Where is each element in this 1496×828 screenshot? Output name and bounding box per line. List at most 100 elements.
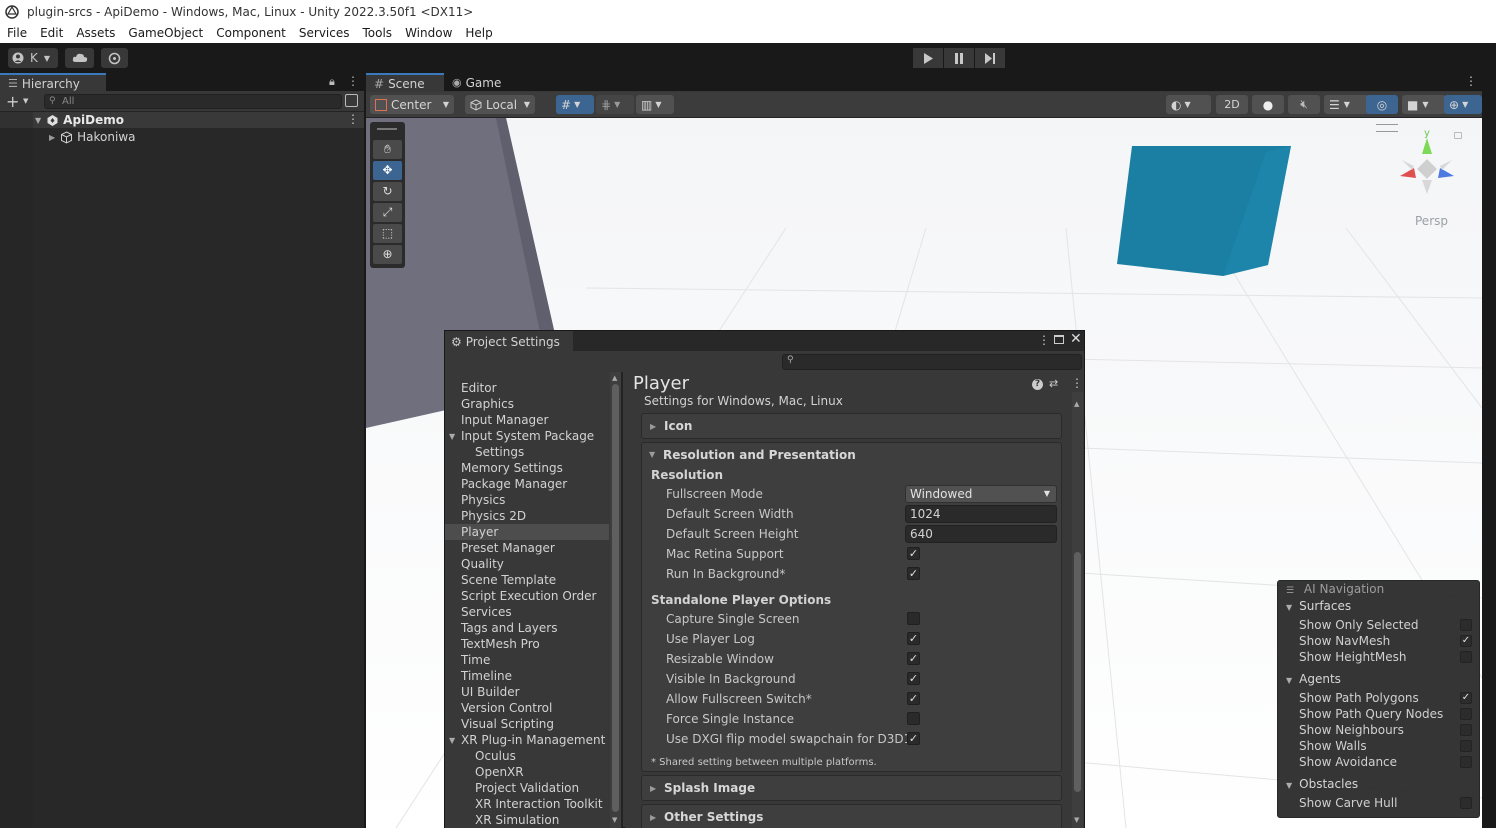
nav-item[interactable]: OpenXR	[445, 764, 609, 780]
ai-option-row[interactable]: Show HeightMesh	[1278, 649, 1481, 665]
step-button[interactable]	[975, 48, 1005, 68]
section-other[interactable]: ▶ Other Settings	[641, 804, 1062, 828]
kebab-menu-icon[interactable]: ⋮	[347, 74, 359, 88]
tab-game[interactable]: ◉ Game	[450, 73, 501, 92]
collab-button[interactable]	[101, 48, 128, 68]
hierarchy-search-input[interactable]: ⚲ All	[44, 94, 342, 109]
ai-group-header[interactable]: ▼ Agents	[1278, 671, 1481, 687]
audio-toggle[interactable]: 🔇︎	[1288, 95, 1320, 114]
nav-item[interactable]: Input Manager	[445, 412, 609, 428]
play-button[interactable]	[913, 48, 943, 68]
nav-item[interactable]: Preset Manager	[445, 540, 609, 556]
effects-dropdown[interactable]: ☰ ▼	[1324, 95, 1370, 114]
projection-label[interactable]: Persp	[1415, 214, 1448, 228]
increment-snap-toggle[interactable]: ⋕ ▼	[596, 95, 634, 114]
standalone-option-checkbox[interactable]	[907, 712, 920, 725]
grid-snap-toggle[interactable]: # ▼	[556, 95, 594, 114]
move-tool-button[interactable]: ✥	[373, 161, 402, 180]
standalone-option-checkbox[interactable]: ✓	[907, 652, 920, 665]
nav-item[interactable]: UI Builder	[445, 684, 609, 700]
transform-tool-button[interactable]: ⊕	[373, 245, 402, 264]
scale-tool-button[interactable]: ⤢	[373, 203, 402, 222]
nav-item[interactable]: Time	[445, 652, 609, 668]
mac-retina-checkbox[interactable]: ✓	[907, 547, 920, 560]
expand-arrow-icon[interactable]: ▼	[449, 432, 455, 441]
section-icon[interactable]: ▶ Icon	[641, 413, 1062, 439]
menu-assets[interactable]: Assets	[69, 26, 121, 40]
nav-item[interactable]: Timeline	[445, 668, 609, 684]
default-width-input[interactable]: 1024	[905, 505, 1057, 523]
scroll-down-icon[interactable]: ▼	[1074, 816, 1079, 824]
tab-hierarchy[interactable]: ☰ Hierarchy	[0, 73, 106, 92]
nav-item[interactable]: XR Simulation	[445, 812, 609, 828]
draw-mode-dropdown[interactable]: ◐ ▼	[1166, 95, 1211, 114]
ai-option-row[interactable]: Show Avoidance	[1278, 754, 1481, 770]
menu-tools[interactable]: Tools	[356, 26, 399, 40]
cloud-button[interactable]	[65, 48, 94, 68]
lock-icon[interactable]: 🔒︎	[329, 75, 335, 89]
kebab-menu-icon[interactable]: ⋮	[347, 112, 359, 126]
standalone-option-checkbox[interactable]: ✓	[907, 692, 920, 705]
menu-services[interactable]: Services	[292, 26, 356, 40]
nav-item[interactable]: Memory Settings	[445, 460, 609, 476]
menu-edit[interactable]: Edit	[33, 26, 69, 40]
nav-item[interactable]: Physics 2D	[445, 508, 609, 524]
menu-file[interactable]: File	[0, 26, 33, 40]
expand-arrow-icon[interactable]: ▼	[35, 116, 41, 125]
expand-arrow-icon[interactable]: ▶	[49, 133, 55, 142]
nav-item[interactable]: Tags and Layers	[445, 620, 609, 636]
help-icon[interactable]: ?	[1032, 379, 1043, 390]
pivot-mode-dropdown[interactable]: Center ▼	[370, 95, 454, 114]
project-settings-tab[interactable]: ⚙ Project Settings	[445, 331, 573, 352]
add-icon[interactable]: +	[6, 92, 19, 111]
tab-scene[interactable]: # Scene	[366, 73, 444, 92]
2d-toggle[interactable]: 2D	[1216, 95, 1248, 114]
nav-item[interactable]: Services	[445, 604, 609, 620]
ai-option-row[interactable]: Show Carve Hull	[1278, 795, 1481, 811]
standalone-option-checkbox[interactable]: ✓	[907, 632, 920, 645]
nav-item[interactable]: Settings	[445, 444, 609, 460]
ai-option-checkbox[interactable]: ✓	[1460, 692, 1472, 704]
nav-item[interactable]: TextMesh Pro	[445, 636, 609, 652]
kebab-menu-icon[interactable]: ⋮	[1038, 333, 1050, 347]
kebab-menu-icon[interactable]: ⋮	[1071, 376, 1083, 390]
rotate-tool-button[interactable]: ↻	[373, 182, 402, 201]
ai-option-row[interactable]: Show Walls	[1278, 738, 1481, 754]
ai-option-row[interactable]: Show NavMesh ✓	[1278, 633, 1481, 649]
project-settings-titlebar[interactable]: ⚙ Project Settings ⋮ ✕	[445, 331, 1084, 352]
scroll-up-icon[interactable]: ▲	[1074, 400, 1079, 408]
maximize-icon[interactable]	[1054, 335, 1064, 344]
menu-component[interactable]: Component	[209, 26, 292, 40]
hidden-objects-toggle[interactable]: ◎	[1366, 95, 1398, 114]
nav-item[interactable]: Oculus	[445, 748, 609, 764]
rect-tool-button[interactable]: ⬚	[373, 224, 402, 243]
standalone-option-checkbox[interactable]: ✓	[907, 732, 920, 745]
section-splash[interactable]: ▶ Splash Image	[641, 775, 1062, 801]
ai-option-row[interactable]: Show Neighbours	[1278, 722, 1481, 738]
close-icon[interactable]: ✕	[1070, 331, 1082, 347]
hierarchy-item[interactable]: ▶ Hakoniwa	[0, 129, 364, 145]
ai-option-checkbox[interactable]	[1460, 651, 1472, 663]
nav-scrollbar[interactable]: ▲ ▼	[610, 372, 621, 828]
hierarchy-scene-row[interactable]: ▼ ApiDemo ⋮	[0, 112, 364, 128]
run-in-background-checkbox[interactable]: ✓	[907, 567, 920, 580]
ai-option-checkbox[interactable]	[1460, 724, 1472, 736]
nav-item[interactable]: Scene Template	[445, 572, 609, 588]
nav-item[interactable]: Version Control	[445, 700, 609, 716]
menu-gameobject[interactable]: GameObject	[121, 26, 209, 40]
menu-window[interactable]: Window	[398, 26, 458, 40]
ai-option-checkbox[interactable]	[1460, 740, 1472, 752]
nav-item[interactable]: Package Manager	[445, 476, 609, 492]
ai-group-header[interactable]: ▼ Obstacles	[1278, 776, 1481, 792]
nav-item[interactable]: Player	[445, 524, 609, 540]
ai-navigation-header[interactable]: ☰ AI Navigation	[1278, 581, 1481, 597]
preset-icon[interactable]: ⇄	[1049, 377, 1058, 390]
ai-option-row[interactable]: Show Only Selected	[1278, 617, 1481, 633]
nav-scrollbar-thumb[interactable]	[612, 384, 619, 812]
ruler-toggle[interactable]: ▥ ▼	[636, 95, 674, 114]
ai-option-row[interactable]: Show Path Polygons ✓	[1278, 690, 1481, 706]
ai-option-checkbox[interactable]: ✓	[1460, 635, 1472, 647]
nav-item[interactable]: Script Execution Order	[445, 588, 609, 604]
kebab-menu-icon[interactable]: ⋮	[1465, 74, 1477, 88]
fullscreen-mode-dropdown[interactable]: Windowed ▼	[905, 485, 1057, 503]
